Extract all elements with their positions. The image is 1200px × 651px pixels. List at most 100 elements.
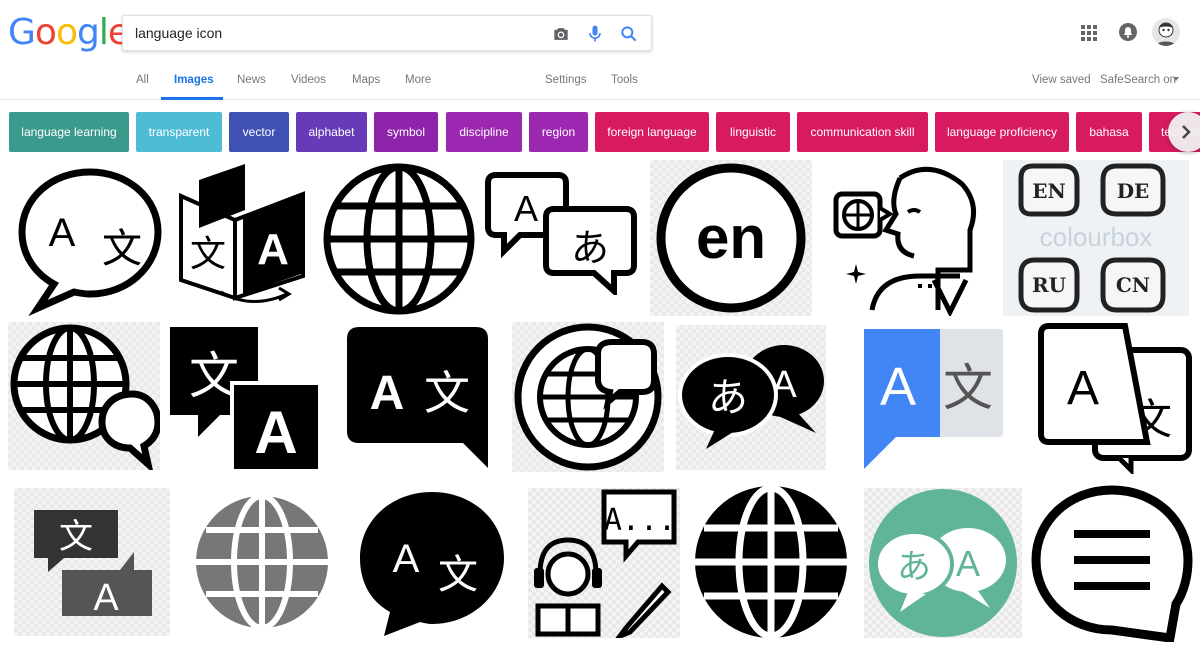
cjk-char: 文 <box>424 366 470 420</box>
letter-a: A <box>956 543 980 584</box>
black-globe-icon <box>695 484 847 640</box>
image-result[interactable]: A... <box>528 488 680 638</box>
search-input[interactable] <box>135 16 535 50</box>
tab-videos[interactable]: Videos <box>291 74 326 86</box>
image-result[interactable]: en <box>650 160 812 316</box>
chip-region[interactable]: region <box>529 112 588 152</box>
letter-a: A <box>93 577 119 619</box>
black-bubble-icon: A 文 <box>360 492 504 636</box>
chip-transparent[interactable]: transparent <box>136 112 222 152</box>
hiragana-char: あ <box>897 547 931 587</box>
chevron-down-icon[interactable] <box>1173 77 1179 81</box>
hiragana-char: あ <box>571 226 609 270</box>
ellipsis-label: A... <box>604 503 676 538</box>
gray-globe-icon <box>196 493 328 631</box>
translate-cards-icon: 文 A <box>1038 323 1192 474</box>
mic-icon[interactable] <box>585 24 605 44</box>
badge-de: DE <box>1117 179 1150 203</box>
tab-more[interactable]: More <box>405 74 431 86</box>
chip-language-proficiency[interactable]: language proficiency <box>935 112 1069 152</box>
image-result[interactable]: A 文 <box>860 325 1005 470</box>
hiragana-a-bubbles-icon: A あ <box>678 345 824 449</box>
letter-a: A <box>514 188 538 229</box>
chip-foreign-language[interactable]: foreign language <box>595 112 709 152</box>
search-tabs: All Images News Videos Maps More Setting… <box>0 60 1200 100</box>
tab-images[interactable]: Images <box>174 74 214 86</box>
logo-letter: o <box>55 12 78 53</box>
chip-vector[interactable]: vector <box>229 112 289 152</box>
image-result[interactable]: A 文 <box>12 160 168 316</box>
search-icon[interactable] <box>619 24 639 44</box>
search-box <box>122 15 652 51</box>
safesearch-toggle[interactable]: SafeSearch on <box>1100 74 1176 86</box>
cjk-char: 文 <box>59 517 93 557</box>
image-result[interactable] <box>8 322 160 470</box>
hiragana-char: あ <box>708 375 748 421</box>
image-result[interactable]: 文 A <box>14 488 170 636</box>
settings-link[interactable]: Settings <box>545 74 587 86</box>
book-translate-icon: 文 A <box>179 164 305 304</box>
image-result[interactable] <box>190 490 335 635</box>
en-circle-icon: en <box>656 163 806 313</box>
related-search-chips: language learning transparent vector alp… <box>0 112 1200 154</box>
image-result[interactable]: A あ <box>676 325 826 470</box>
image-result[interactable] <box>830 160 990 316</box>
globe-chat-icon <box>10 324 160 470</box>
speech-bubble-icon: A 文 <box>18 168 162 316</box>
image-result[interactable] <box>512 322 664 472</box>
letter-a: A <box>393 537 420 581</box>
image-result[interactable]: 文 A <box>1035 322 1193 474</box>
view-saved-link[interactable]: View saved <box>1032 74 1091 86</box>
speaking-head-icon <box>833 166 977 316</box>
tools-link[interactable]: Tools <box>611 74 638 86</box>
chip-language-learning[interactable]: language learning <box>9 112 129 152</box>
notifications-icon[interactable] <box>1118 22 1138 42</box>
google-logo[interactable]: Google <box>8 12 130 53</box>
letter-a: A <box>1067 362 1099 415</box>
letter-a: A <box>370 367 405 420</box>
tab-all[interactable]: All <box>136 74 149 86</box>
tab-maps[interactable]: Maps <box>352 74 380 86</box>
chip-communication-skill[interactable]: communication skill <box>797 112 928 152</box>
chip-symbol[interactable]: symbol <box>374 112 438 152</box>
badge-ru: RU <box>1032 273 1066 297</box>
image-result[interactable]: EN DE RU CN colourbox <box>1003 160 1189 316</box>
image-result[interactable]: A あ <box>480 165 640 295</box>
cjk-char: 文 <box>190 234 226 275</box>
image-result[interactable]: A あ <box>864 488 1022 638</box>
letter-a: A <box>49 211 76 255</box>
chip-discipline[interactable]: discipline <box>446 112 522 152</box>
logo-letter: o <box>34 12 57 53</box>
tab-news[interactable]: News <box>237 74 266 86</box>
cjk-char: 文 <box>102 226 142 272</box>
a-wen-bubble-icon: A 文 <box>347 327 488 468</box>
chip-alphabet[interactable]: alphabet <box>296 112 367 152</box>
image-result[interactable]: 文 A <box>175 160 315 310</box>
speech-bubbles-icon: A あ <box>485 172 637 295</box>
image-result[interactable]: A 文 <box>345 325 490 470</box>
teal-hiragana-a-icon: A あ <box>869 489 1017 637</box>
cjk-char: 文 <box>943 359 993 417</box>
image-result[interactable]: A 文 <box>354 488 509 638</box>
image-result[interactable] <box>690 484 852 640</box>
apps-icon[interactable] <box>1080 24 1098 42</box>
google-translate-icon: A 文 <box>864 329 1003 469</box>
headset-chat-icon: A... <box>534 489 677 638</box>
logo-letter: g <box>76 12 100 53</box>
chevron-right-icon <box>1182 125 1191 139</box>
letter-a: A <box>257 225 289 274</box>
camera-icon[interactable] <box>551 24 571 44</box>
image-result[interactable] <box>320 160 478 318</box>
logo-letter: G <box>8 12 36 53</box>
globe-speech-circle-icon <box>514 323 662 471</box>
badge-en: EN <box>1032 179 1066 203</box>
image-result[interactable] <box>1030 484 1194 642</box>
account-avatar[interactable] <box>1152 18 1180 46</box>
translate-bubbles-icon: 文 A <box>34 510 152 619</box>
en-label: en <box>696 204 766 271</box>
chip-linguistic[interactable]: linguistic <box>716 112 790 152</box>
chips-next-button[interactable] <box>1168 112 1200 152</box>
chip-bahasa[interactable]: bahasa <box>1076 112 1142 152</box>
image-result[interactable]: 文 A <box>168 325 322 471</box>
globe-icon <box>323 163 475 315</box>
